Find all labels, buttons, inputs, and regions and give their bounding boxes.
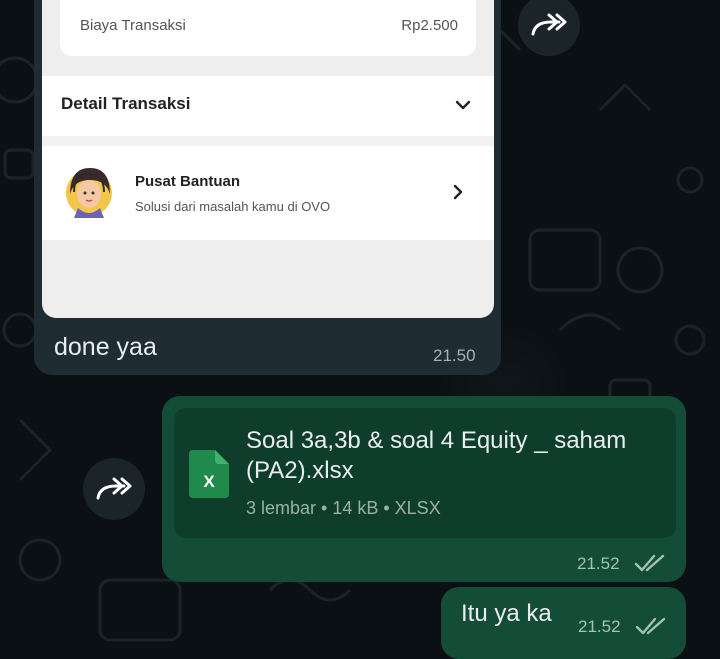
fee-card: Biaya Transaksi Rp2.500 xyxy=(60,0,476,56)
support-agent-avatar-icon xyxy=(66,168,112,218)
payment-receipt-screenshot[interactable]: Biaya Transaksi Rp2.500 Detail Transaksi… xyxy=(42,0,494,318)
file-name: Soal 3a,3b & soal 4 Equity _ saham (PA2)… xyxy=(246,427,627,484)
text-message-timestamp: 21.52 xyxy=(578,617,621,636)
help-center-row: Pusat Bantuan Solusi dari masalah kamu d… xyxy=(42,146,494,240)
help-center-subtitle: Solusi dari masalah kamu di OVO xyxy=(135,199,331,214)
detail-title: Detail Transaksi xyxy=(61,94,191,113)
divider xyxy=(42,136,494,146)
incoming-caption: done yaa xyxy=(54,333,157,361)
fee-value: Rp2.500 xyxy=(401,17,458,34)
forward-button[interactable] xyxy=(83,458,145,520)
double-check-icon xyxy=(635,617,666,635)
double-check-icon xyxy=(634,554,665,572)
chevron-right-icon xyxy=(453,184,463,200)
file-attachment[interactable]: X Soal 3a,3b & soal 4 Equity _ saham (PA… xyxy=(174,408,676,538)
help-center-title: Pusat Bantuan xyxy=(135,173,241,190)
transaction-detail-row: Detail Transaksi xyxy=(42,76,494,136)
file-meta: 3 lembar • 14 kB • XLSX xyxy=(246,498,441,518)
chevron-down-icon xyxy=(455,100,471,110)
incoming-timestamp: 21.50 xyxy=(433,346,476,365)
forward-icon xyxy=(531,13,567,36)
forward-icon xyxy=(96,477,132,500)
file-message-timestamp: 21.52 xyxy=(577,554,620,573)
excel-letter: X xyxy=(203,472,215,491)
fee-label: Biaya Transaksi xyxy=(80,17,186,34)
outgoing-text: Itu ya ka xyxy=(461,600,552,627)
excel-file-icon: X xyxy=(189,450,229,498)
